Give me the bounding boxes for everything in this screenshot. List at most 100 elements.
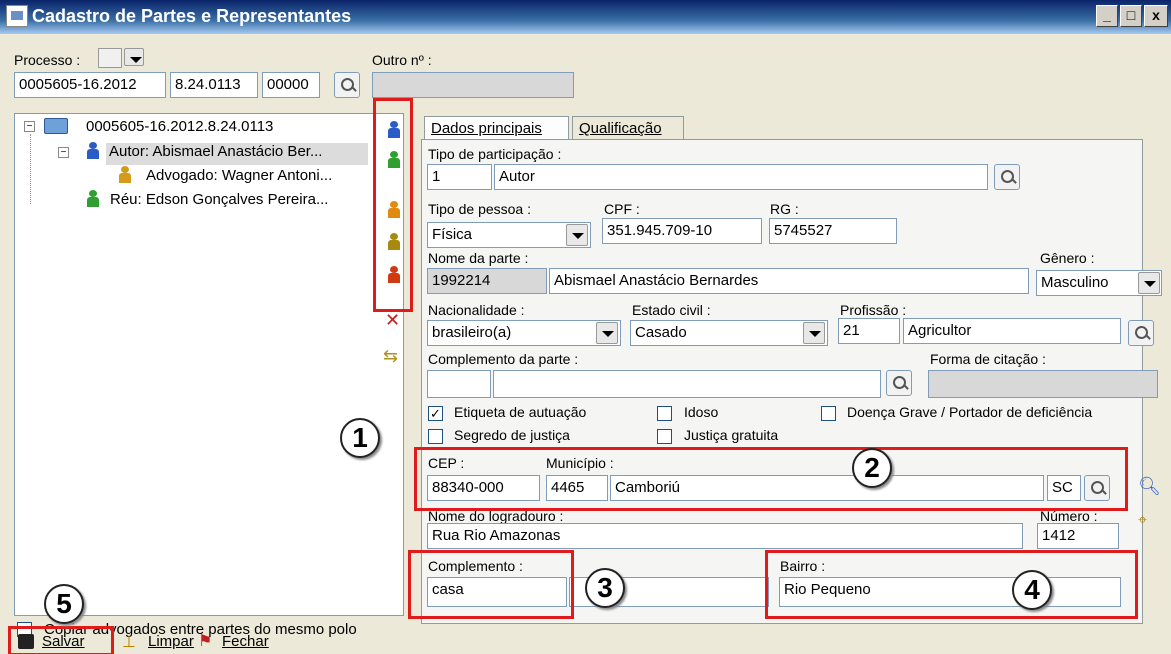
- tab-qualificacao-label: Qualificação: [579, 120, 662, 137]
- processo-suffix-field[interactable]: 8.24.0113: [170, 72, 258, 98]
- complemento-parte-field[interactable]: [493, 370, 881, 398]
- processo-number-field[interactable]: 0005605-16.2012: [14, 72, 166, 98]
- title-bar: Cadastro de Partes e Representantes _ □ …: [0, 0, 1171, 34]
- estado-civil-label: Estado civil :: [632, 302, 711, 318]
- window-icon: [6, 5, 28, 27]
- person-blue-icon[interactable]: [387, 121, 401, 139]
- profissao-label: Profissão :: [840, 302, 907, 318]
- salvar-button[interactable]: Salvar: [42, 633, 85, 650]
- tree-advogado-node[interactable]: Advogado: Wagner Antoni...: [146, 167, 332, 184]
- nome-parte-field[interactable]: Abismael Anastácio Bernardes: [549, 268, 1029, 294]
- uf-field[interactable]: SC: [1047, 475, 1081, 501]
- logradouro-field[interactable]: Rua Rio Amazonas: [427, 523, 1023, 549]
- nome-parte-label: Nome da parte :: [428, 250, 529, 266]
- reu-person-icon: [86, 190, 100, 208]
- numero-field[interactable]: 1412: [1037, 523, 1119, 549]
- cpf-field[interactable]: 351.945.709-10: [602, 218, 762, 244]
- tree-root-node[interactable]: 0005605-16.2012.8.24.0113: [86, 118, 273, 135]
- remove-person-icon[interactable]: ✕: [385, 310, 409, 332]
- tipo-participacao-code-field[interactable]: 1: [427, 164, 492, 190]
- parties-tree: [14, 113, 404, 616]
- salvar-label: Salvar: [42, 633, 85, 650]
- collapse-root-icon[interactable]: −: [24, 121, 35, 132]
- genero-dropdown[interactable]: [1138, 272, 1160, 294]
- exit-icon: ⚑: [198, 633, 213, 650]
- tipo-pessoa-label: Tipo de pessoa :: [428, 201, 531, 217]
- tipo-participacao-field[interactable]: Autor: [494, 164, 988, 190]
- folder-icon: [44, 118, 68, 134]
- person-orange-icon[interactable]: [387, 201, 401, 219]
- person-green-icon[interactable]: [387, 151, 401, 169]
- limpar-label: Limpar: [148, 633, 194, 650]
- tipo-participacao-search-button[interactable]: [994, 164, 1020, 190]
- callout-box-4: [765, 550, 1138, 619]
- profissao-search-button[interactable]: [1128, 320, 1154, 346]
- rg-field[interactable]: 5745527: [769, 218, 897, 244]
- nacionalidade-dropdown[interactable]: [596, 322, 618, 344]
- collapse-autor-icon[interactable]: −: [58, 147, 69, 158]
- person-red-icon[interactable]: [387, 266, 401, 284]
- rg-label: RG :: [770, 201, 799, 217]
- search-cep-icon[interactable]: 🔍︎: [1138, 476, 1161, 498]
- processo-search-button[interactable]: [334, 72, 360, 98]
- close-button[interactable]: x: [1144, 5, 1168, 27]
- advogado-person-icon: [118, 166, 132, 184]
- municipio-code-field[interactable]: 4465: [546, 475, 608, 501]
- processo-seq-field[interactable]: 00000: [262, 72, 320, 98]
- complemento-parte-label: Complemento da parte :: [428, 351, 579, 367]
- tree-reu-node[interactable]: Réu: Edson Gonçalves Pereira...: [110, 191, 328, 208]
- complemento-parte-code-field[interactable]: [427, 370, 491, 398]
- doenca-label: Doença Grave / Portador de deficiência: [847, 404, 1093, 420]
- tree-autor-node[interactable]: Autor: Abismael Anastácio Ber...: [106, 143, 368, 165]
- tipo-participacao-label: Tipo de participação :: [428, 146, 562, 162]
- idoso-label: Idoso: [684, 404, 719, 420]
- callout-box-3: [408, 550, 574, 619]
- fechar-label: Fechar: [222, 633, 269, 650]
- nacionalidade-label: Nacionalidade :: [428, 302, 525, 318]
- justica-checkbox[interactable]: [657, 429, 672, 444]
- genero-label: Gênero :: [1040, 250, 1095, 266]
- profissao-field[interactable]: Agricultor: [903, 318, 1121, 344]
- etiqueta-checkbox[interactable]: ✓: [428, 406, 443, 421]
- map-search-icon[interactable]: ⌖: [1138, 512, 1160, 534]
- segredo-checkbox[interactable]: [428, 429, 443, 444]
- profissao-code-field[interactable]: 21: [838, 318, 900, 344]
- tab-dados-label: Dados principais: [431, 120, 542, 137]
- nome-parte-code-field[interactable]: 1992214: [427, 268, 547, 294]
- callout-4: 4: [1012, 570, 1052, 610]
- nacionalidade-select[interactable]: brasileiro(a): [427, 320, 621, 346]
- estado-civil-dropdown[interactable]: [803, 322, 825, 344]
- logradouro-label: Nome do logradouro :: [428, 508, 564, 524]
- callout-5: 5: [44, 584, 84, 624]
- doenca-checkbox[interactable]: [821, 406, 836, 421]
- complemento-parte-search-button[interactable]: [886, 370, 912, 396]
- save-icon: [18, 634, 34, 649]
- municipio-search-button[interactable]: [1084, 475, 1110, 501]
- swap-persons-icon[interactable]: ⇆: [383, 346, 409, 368]
- document-icon[interactable]: [98, 48, 122, 68]
- callout-2: 2: [852, 448, 892, 488]
- cpf-label: CPF :: [604, 201, 640, 217]
- outro-label: Outro nº :: [372, 52, 432, 68]
- window-title: Cadastro de Partes e Representantes: [32, 6, 352, 26]
- municipio-field[interactable]: Camboriú: [610, 475, 1044, 501]
- limpar-button[interactable]: Limpar: [148, 633, 194, 650]
- minimize-button[interactable]: _: [1096, 5, 1118, 27]
- outro-field[interactable]: [372, 72, 574, 98]
- justica-label: Justiça gratuita: [684, 427, 779, 443]
- cep-label: CEP :: [428, 455, 465, 471]
- cep-field[interactable]: 88340-000: [427, 475, 540, 501]
- processo-dropdown[interactable]: [124, 48, 144, 66]
- estado-civil-select[interactable]: Casado: [630, 320, 828, 346]
- tree-line: [30, 134, 31, 204]
- numero-label: Número :: [1040, 508, 1098, 524]
- person-olive-icon[interactable]: [387, 233, 401, 251]
- forma-citacao-select[interactable]: [928, 370, 1158, 398]
- fechar-button[interactable]: Fechar: [222, 633, 269, 650]
- etiqueta-label: Etiqueta de autuação: [454, 404, 587, 420]
- segredo-label: Segredo de justiça: [454, 427, 570, 443]
- callout-1: 1: [340, 418, 380, 458]
- maximize-button[interactable]: □: [1120, 5, 1142, 27]
- idoso-checkbox[interactable]: [657, 406, 672, 421]
- tipo-pessoa-dropdown[interactable]: [566, 224, 588, 246]
